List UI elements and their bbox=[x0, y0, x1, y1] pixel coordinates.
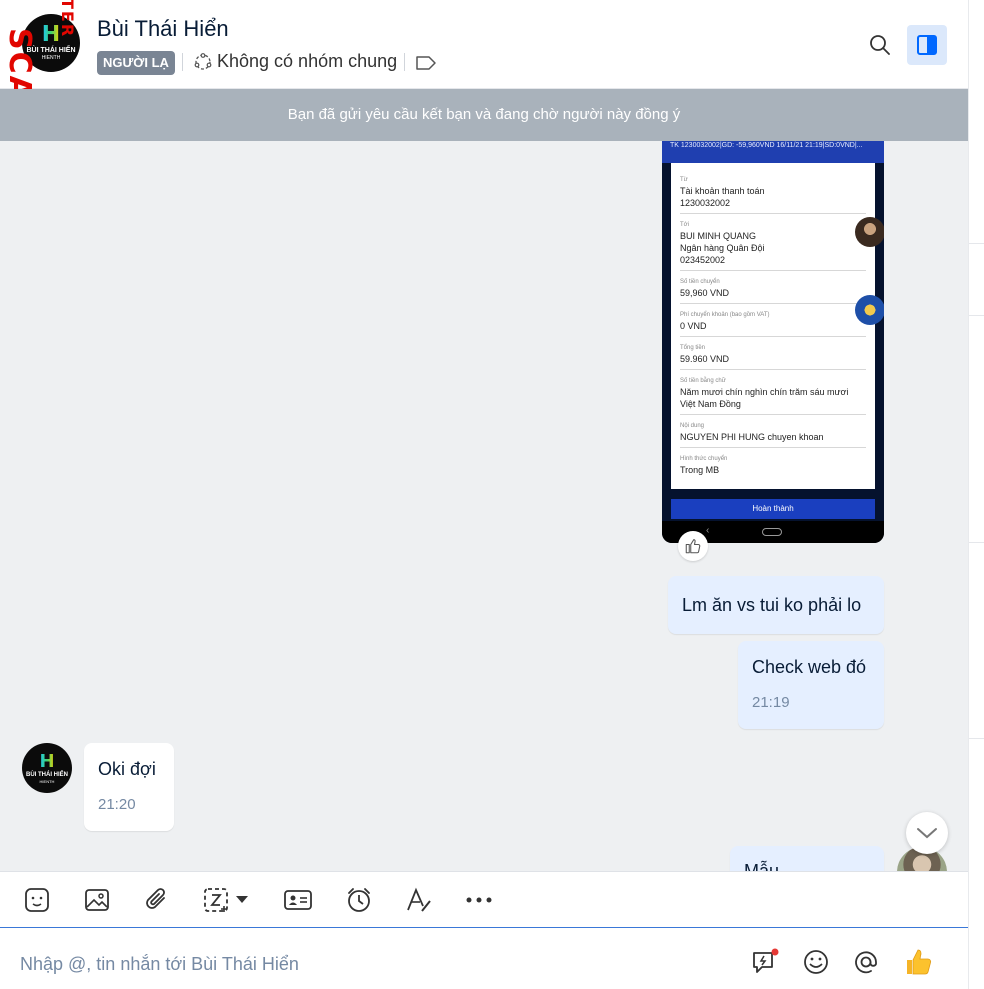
message-input[interactable] bbox=[20, 949, 720, 979]
common-groups[interactable]: Không có nhóm chung bbox=[193, 51, 397, 72]
bank-transfer-screenshot[interactable]: TK 1230032002|GD: -59,960VND 16/11/21 21… bbox=[662, 141, 884, 543]
message-bubble-outgoing[interactable]: Lm ăn vs tui ko phải lo bbox=[668, 576, 884, 634]
floating-avatar bbox=[855, 217, 884, 247]
tag-icon[interactable] bbox=[415, 55, 437, 76]
receipt-row: Số tiền bằng chữ Năm mươi chín nghìn chí… bbox=[680, 374, 866, 415]
message-text: Check web đó bbox=[752, 657, 867, 677]
divider bbox=[969, 315, 984, 316]
friend-request-banner: Bạn đã gửi yêu cầu kết bạn và đang chờ n… bbox=[0, 89, 968, 141]
back-icon: ‹ bbox=[706, 525, 710, 536]
thumbs-up-icon bbox=[907, 949, 932, 975]
sender-avatar[interactable]: H BÙI THÁI HIỂN HIENTH bbox=[22, 743, 72, 793]
react-like-button[interactable] bbox=[678, 531, 708, 561]
receipt-row: Số tiền chuyển 59,960 VND bbox=[680, 275, 866, 304]
send-like-button[interactable] bbox=[903, 947, 933, 977]
watermark-fragment: TER bbox=[58, 0, 77, 39]
avatar-sub: HIENTH bbox=[41, 55, 61, 61]
receipt-row: Từ Tài khoản thanh toán 1230032002 bbox=[680, 173, 866, 214]
divider bbox=[969, 738, 984, 739]
receipt-row: Tới BUI MINH QUANG Ngân hàng Quân Đội 02… bbox=[680, 218, 866, 271]
contact-name[interactable]: Bùi Thái Hiển bbox=[97, 16, 229, 42]
message-list[interactable]: TK 1230032002|GD: -59,960VND 16/11/21 21… bbox=[0, 141, 968, 871]
screenshot-icon[interactable] bbox=[201, 885, 231, 915]
format-text-icon[interactable] bbox=[404, 885, 434, 915]
receipt-done-button: Hoàn thành bbox=[671, 499, 875, 519]
receipt-sms-line: TK 1230032002|GD: -59,960VND 16/11/21 21… bbox=[662, 141, 884, 163]
composer bbox=[0, 929, 968, 989]
attach-icon[interactable] bbox=[142, 885, 172, 915]
message-bubble-incoming[interactable]: Oki đợi 21:20 bbox=[84, 743, 174, 831]
divider bbox=[182, 53, 183, 71]
receipt-row: Tổng tiền 59.960 VND bbox=[680, 341, 866, 370]
stranger-badge: NGƯỜI LẠ bbox=[97, 51, 175, 75]
scroll-to-bottom-button[interactable] bbox=[906, 812, 948, 854]
receipt-row: Hình thức chuyển Trong MB bbox=[680, 456, 728, 475]
image-icon[interactable] bbox=[82, 885, 112, 915]
toggle-info-panel-button[interactable] bbox=[907, 25, 947, 65]
common-groups-label: Không có nhóm chung bbox=[217, 51, 398, 71]
search-icon[interactable] bbox=[868, 33, 892, 62]
message-text: Oki đợi bbox=[98, 759, 156, 779]
divider bbox=[969, 243, 984, 244]
divider bbox=[404, 53, 405, 71]
home-icon bbox=[762, 528, 782, 536]
emoji-icon[interactable] bbox=[801, 947, 831, 977]
message-time: 21:19 bbox=[752, 694, 790, 711]
composer-toolbar bbox=[0, 871, 968, 928]
receipt-row: Phí chuyển khoản (bao gồm VAT) 0 VND bbox=[680, 308, 866, 337]
sticker-icon[interactable] bbox=[22, 885, 52, 915]
info-panel-edge bbox=[968, 0, 984, 989]
floating-avatar bbox=[855, 295, 884, 325]
chat-header: H BÙI THÁI HIỂN HIENTH Bùi Thái Hiển NGƯ… bbox=[0, 0, 968, 89]
chevron-down-icon[interactable] bbox=[232, 885, 252, 915]
chevron-down-icon bbox=[917, 828, 937, 839]
receipt-details: Từ Tài khoản thanh toán 1230032002 Tới B… bbox=[671, 163, 875, 489]
message-bubble-outgoing[interactable]: Check web đó 21:19 bbox=[738, 641, 884, 729]
chat-window: H BÙI THÁI HIỂN HIENTH Bùi Thái Hiển NGƯ… bbox=[0, 0, 984, 989]
message-bubble-outgoing[interactable]: Mẫu ... bbox=[730, 846, 884, 871]
sidebar-panel-icon bbox=[917, 35, 937, 55]
message-text: Mẫu ... bbox=[744, 861, 800, 871]
mention-icon[interactable] bbox=[851, 947, 881, 977]
contact-card-icon[interactable] bbox=[283, 885, 313, 915]
thumbs-up-icon bbox=[685, 539, 701, 554]
group-icon bbox=[194, 52, 212, 70]
reminder-icon[interactable] bbox=[344, 885, 374, 915]
message-time: 21:20 bbox=[98, 796, 136, 813]
quick-message-icon[interactable] bbox=[750, 947, 780, 977]
receipt-row: Nội dung NGUYEN PHI HUNG chuyen khoan bbox=[680, 419, 866, 448]
more-icon[interactable] bbox=[464, 885, 494, 915]
message-text: Lm ăn vs tui ko phải lo bbox=[682, 595, 862, 615]
divider bbox=[969, 542, 984, 543]
